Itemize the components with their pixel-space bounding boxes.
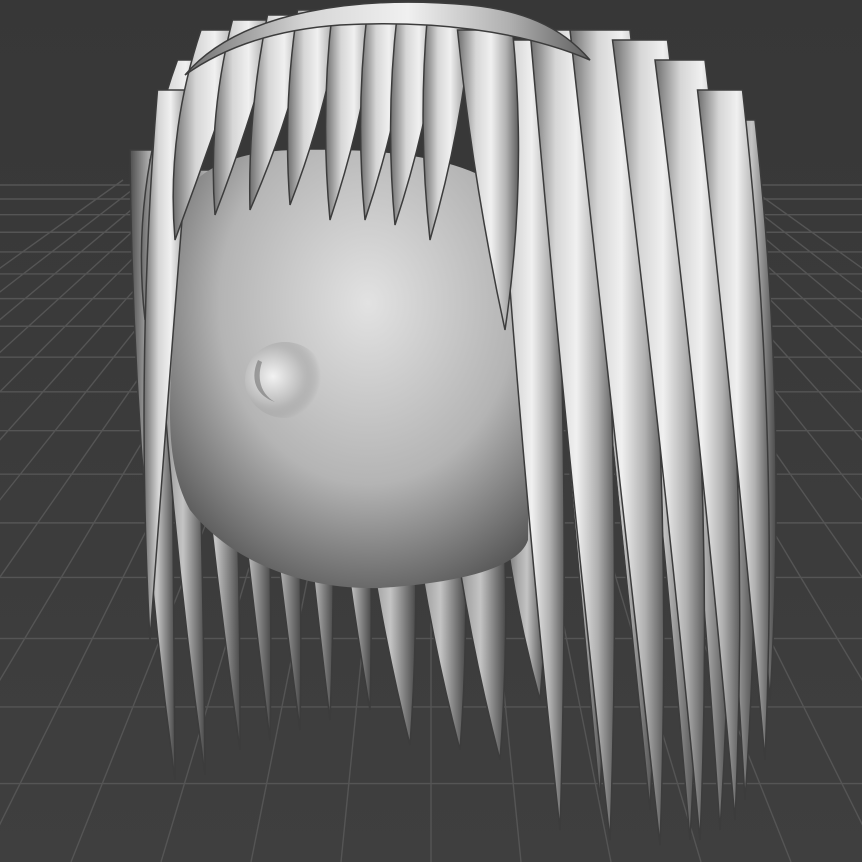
viewport-scene[interactable] [0, 0, 862, 862]
3d-viewport[interactable] [0, 0, 862, 862]
face-surface[interactable] [169, 149, 530, 589]
head-mesh[interactable] [169, 149, 530, 589]
